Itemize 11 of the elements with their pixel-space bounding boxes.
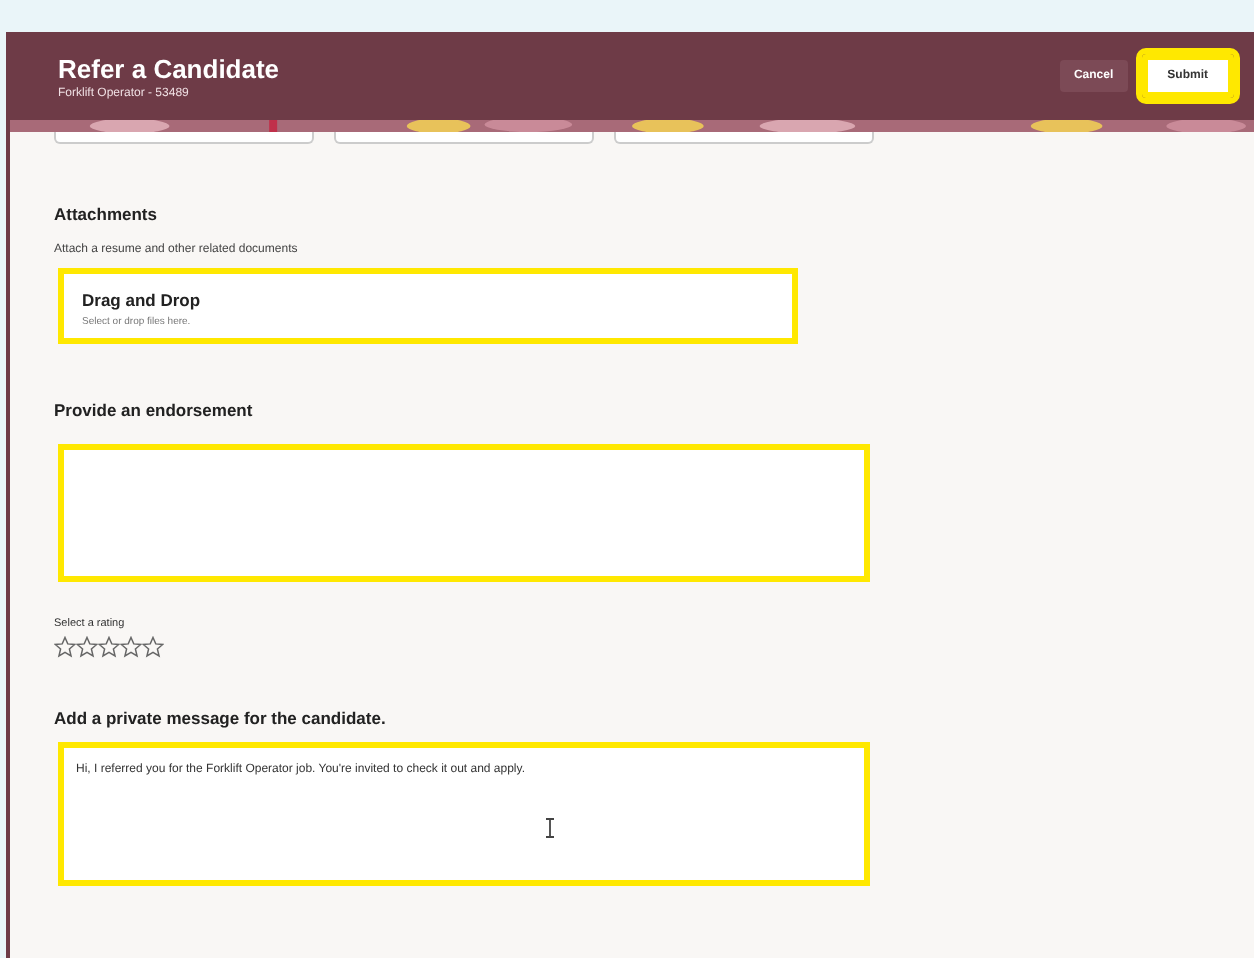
star-icon[interactable] <box>120 636 142 658</box>
section-heading: Provide an endorsement <box>54 400 255 420</box>
star-icon[interactable] <box>98 636 120 658</box>
star-icon[interactable] <box>54 636 76 658</box>
page-title: Refer a Candidate <box>58 53 280 83</box>
section-heading: Add a private message for the candidate. <box>54 708 388 728</box>
star-icon[interactable] <box>76 636 98 658</box>
text-cursor-icon <box>544 818 556 838</box>
section-heading: Attachments <box>54 204 159 224</box>
star-icon[interactable] <box>142 636 164 658</box>
endorsement-field[interactable] <box>58 444 870 582</box>
